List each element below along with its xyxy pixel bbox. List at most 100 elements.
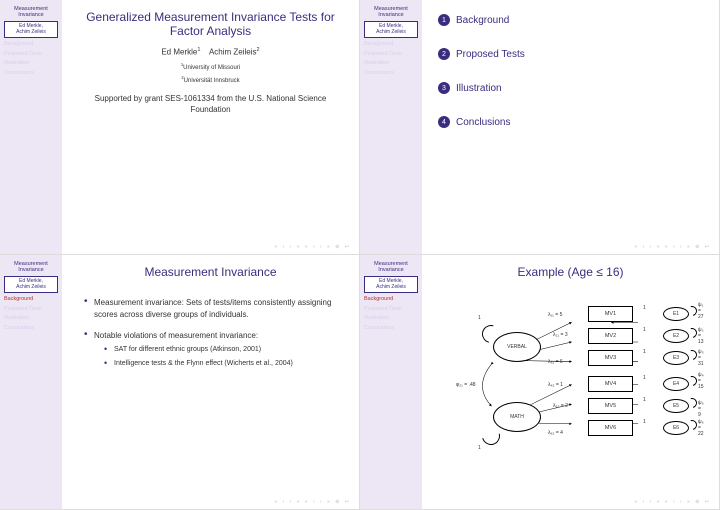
slides-grid: MeasurementInvariance Ed Merkle,Achim Ze… [0,0,720,510]
sidebar-title: MeasurementInvariance [4,6,58,18]
error-e1: E1 [663,307,689,321]
sidebar-title: MeasurementInvariance [364,261,418,273]
outline-label: Illustration [456,83,502,94]
label-psi: ψ₆ = 22 [698,419,704,437]
label-lambda: λ₁₁ = 5 [548,312,562,318]
label-psi: ψ₅ = 9 [698,400,704,418]
sidebar-item[interactable]: Proposed Tests [4,306,58,313]
label-psi: ψ₂ = 13 [698,327,704,345]
indicator-mv5: MV5 [588,398,633,414]
author-line: Ed Merkle1 Achim Zeileis2 [78,47,343,57]
label-phi: φ₂₁ = .48 [456,382,476,388]
outline-item[interactable]: 4 Conclusions [438,116,703,128]
label-lambda: λ₅₂ = 2 [553,403,568,409]
label-one: 1 [643,305,646,311]
label-one: 1 [478,445,481,451]
error-e3: E3 [663,351,689,365]
slide-example: MeasurementInvariance Ed Merkle,Achim Ze… [360,255,720,510]
label-one: 1 [643,349,646,355]
outline-item[interactable]: 1 Background [438,14,703,26]
outline-label: Proposed Tests [456,49,525,60]
outline-item[interactable]: 3 Illustration [438,82,703,94]
sidebar-item[interactable]: Illustration [4,315,58,322]
affiliation-2: 2Universität Innsbruck [78,75,343,84]
label-one: 1 [643,375,646,381]
sidebar-author: Ed Merkle,Achim Zeileis [364,21,418,38]
sidebar-item[interactable]: Background [364,41,418,48]
bullet-number-icon: 1 [438,14,450,26]
slide-content: Measurement Invariance Measurement invar… [62,255,359,509]
page-title: Measurement Invariance [78,265,343,279]
sidebar-author: Ed Merkle,Achim Zeileis [4,21,58,38]
nav-controls[interactable]: « ‹ › » « ‹ › » ⊘ ↩ [634,499,711,505]
nav-controls[interactable]: « ‹ › » « ‹ › » ⊘ ↩ [634,244,711,250]
indicator-mv2: MV2 [588,328,633,344]
sidebar: MeasurementInvariance Ed Merkle,Achim Ze… [360,255,422,509]
label-lambda: λ₄₂ = 1 [548,382,563,388]
outline-list: 1 Background 2 Proposed Tests 3 Illustratio… [438,10,703,128]
label-psi: ψ₄ = 15 [698,372,704,390]
slide-content: Generalized Measurement Invariance Tests… [62,0,359,254]
sidebar-item[interactable]: Proposed Tests [364,51,418,58]
latent-verbal: VERBAL [493,332,541,362]
slide-mi: MeasurementInvariance Ed Merkle,Achim Ze… [0,255,360,510]
label-lambda: λ₃₁ = 6 [548,359,563,365]
label-one: 1 [643,397,646,403]
indicator-mv3: MV3 [588,350,633,366]
error-e5: E5 [663,399,689,413]
label-lambda: λ₆₂ = 4 [548,430,563,436]
label-one: 1 [643,419,646,425]
sem-diagram: VERBAL MATH 1 1 φ₂₁ = .48 MV1 MV2 MV3 MV… [438,287,703,477]
sidebar-author: Ed Merkle,Achim Zeileis [364,276,418,293]
error-e6: E6 [663,421,689,435]
bullet-number-icon: 4 [438,116,450,128]
nav-controls[interactable]: « ‹ › » « ‹ › » ⊘ ↩ [274,499,351,505]
label-one: 1 [643,327,646,333]
page-title: Generalized Measurement Invariance Tests… [78,10,343,39]
sidebar-item[interactable]: Conclusions [364,70,418,77]
indicator-mv4: MV4 [588,376,633,392]
sidebar-item[interactable]: Conclusions [4,325,58,332]
sidebar-item[interactable]: Proposed Tests [4,51,58,58]
sidebar-item[interactable]: Illustration [4,60,58,67]
indicator-mv1: MV1 [588,306,633,322]
sidebar-item[interactable]: Illustration [364,315,418,322]
slide-title: MeasurementInvariance Ed Merkle,Achim Ze… [0,0,360,255]
indicator-mv6: MV6 [588,420,633,436]
sidebar-title: MeasurementInvariance [4,261,58,273]
support-line: Supported by grant SES-1061334 from the … [78,94,343,115]
sub-bullet-item: Intelligence tests & the Flynn effect (W… [104,359,343,369]
outline-label: Conclusions [456,117,510,128]
sub-bullet-item: SAT for different ethnic groups (Atkinso… [104,345,343,355]
bullet-item: Measurement invariance: Sets of tests/it… [84,297,343,319]
outline-label: Background [456,15,509,26]
latent-math: MATH [493,402,541,432]
label-one: 1 [478,315,481,321]
sidebar-title: MeasurementInvariance [364,6,418,18]
sidebar-item[interactable]: Background [364,296,418,303]
bullet-number-icon: 2 [438,48,450,60]
sub-bullet-list: SAT for different ethnic groups (Atkinso… [94,345,343,369]
sidebar-author: Ed Merkle,Achim Zeileis [4,276,58,293]
sidebar-item[interactable]: Background [4,41,58,48]
bullet-item: Notable violations of measurement invari… [84,330,343,369]
sidebar-item[interactable]: Proposed Tests [364,306,418,313]
sidebar: MeasurementInvariance Ed Merkle,Achim Ze… [0,255,62,509]
label-psi: ψ₁ = 27 [698,302,704,320]
error-e2: E2 [663,329,689,343]
label-psi: ψ₃ = 31 [698,349,704,367]
error-e4: E4 [663,377,689,391]
slide-outline: MeasurementInvariance Ed Merkle,Achim Ze… [360,0,720,255]
sidebar: MeasurementInvariance Ed Merkle,Achim Ze… [360,0,422,254]
sidebar-item[interactable]: Illustration [364,60,418,67]
sidebar-item[interactable]: Conclusions [364,325,418,332]
sidebar: MeasurementInvariance Ed Merkle,Achim Ze… [0,0,62,254]
bullet-number-icon: 3 [438,82,450,94]
sidebar-item[interactable]: Conclusions [4,70,58,77]
label-lambda: λ₂₁ = 3 [553,332,568,338]
nav-controls[interactable]: « ‹ › » « ‹ › » ⊘ ↩ [274,244,351,250]
slide-content: 1 Background 2 Proposed Tests 3 Illustratio… [422,0,719,254]
slide-content: Example (Age ≤ 16) VERBAL MATH 1 [422,255,719,509]
sidebar-item[interactable]: Background [4,296,58,303]
outline-item[interactable]: 2 Proposed Tests [438,48,703,60]
